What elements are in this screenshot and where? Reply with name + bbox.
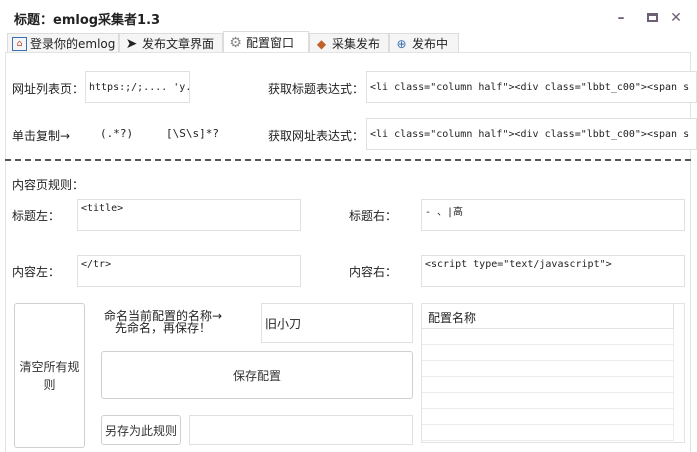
clear-all-rules-button[interactable]: 清空所有规则 [14,303,85,448]
title-expr-label: 获取标题表达式： [268,82,365,96]
url-expr-input[interactable]: <li class="column half"><div class="lbbt… [366,118,697,150]
tab-publish-article[interactable]: ➤ 发布文章界面 [119,33,223,53]
name-hint: 命名当前配置的名称→ 先命名，再保存！ [104,310,222,334]
tab-login-emlog[interactable]: ⌂ 登录你的emlog [7,33,119,53]
tab-label: 发布文章界面 [142,37,215,51]
content-right-label: 内容右： [349,265,398,279]
tab-publishing[interactable]: ⊕ 发布中 [389,33,459,53]
close-button[interactable]: ✕ [667,10,685,26]
title-left-input[interactable]: <title> [77,199,301,231]
window-title: 标题：emlog采集者1.3 [14,13,161,28]
save-as-rule-button[interactable]: 另存为此规则 [101,415,181,445]
title-left-label: 标题左： [12,209,61,223]
tab-label: 配置窗口 [246,36,295,50]
config-list-table[interactable]: 配置名称 [421,303,685,443]
tab-config-window[interactable]: ⚙ 配置窗口 [223,31,309,53]
tab-label: 登录你的emlog [30,37,116,51]
content-left-input[interactable]: </tr> [77,255,301,287]
send-icon: ➤ [125,35,138,52]
title-right-label: 标题右： [349,209,398,223]
copy-token-any[interactable]: [\S\s]*? [166,127,219,140]
content-right-input[interactable]: <script type="text/javascript"> [421,255,685,287]
title-expr-input[interactable]: <li class="column half"><div class="lbbt… [366,71,697,103]
copy-token-lazy[interactable]: (.*?) [100,127,133,140]
tab-collect-publish[interactable]: ◆ 采集发布 [309,33,389,53]
copy-hint-label: 单击复制→ [12,129,71,143]
table-row[interactable] [422,409,674,425]
table-row[interactable] [422,361,674,377]
gear-icon: ⚙ [229,34,242,51]
column-header-config-name[interactable]: 配置名称 [422,304,674,329]
save-as-input[interactable] [189,415,413,445]
tab-label: 发布中 [412,37,449,51]
table-row[interactable] [422,377,674,393]
content-rules-label: 内容页规则： [12,178,85,192]
plus-circle-icon: ⊕ [396,36,407,51]
divider [5,159,691,161]
minimize-button[interactable]: – [612,10,630,26]
url-expr-label: 获取网址表达式： [268,129,365,143]
content-left-label: 内容左： [12,265,61,279]
save-config-button[interactable]: 保存配置 [101,351,413,399]
title-right-input[interactable]: - 、|高 [421,199,685,231]
name-hint-line2: 先命名，再保存！ [115,321,212,335]
table-row[interactable] [422,393,674,409]
url-list-label: 网址列表页： [12,82,85,96]
table-row[interactable] [422,425,674,441]
tab-label: 采集发布 [332,37,381,51]
maximize-icon [646,13,658,22]
gem-icon: ◆ [316,36,327,51]
table-row[interactable] [422,329,674,345]
url-list-input[interactable]: https:;/;.... 'y.com [85,71,190,103]
table-row[interactable] [422,345,674,361]
home-icon: ⌂ [12,36,27,51]
config-name-input[interactable]: 旧小刀 [261,303,413,343]
maximize-button[interactable] [643,10,661,26]
